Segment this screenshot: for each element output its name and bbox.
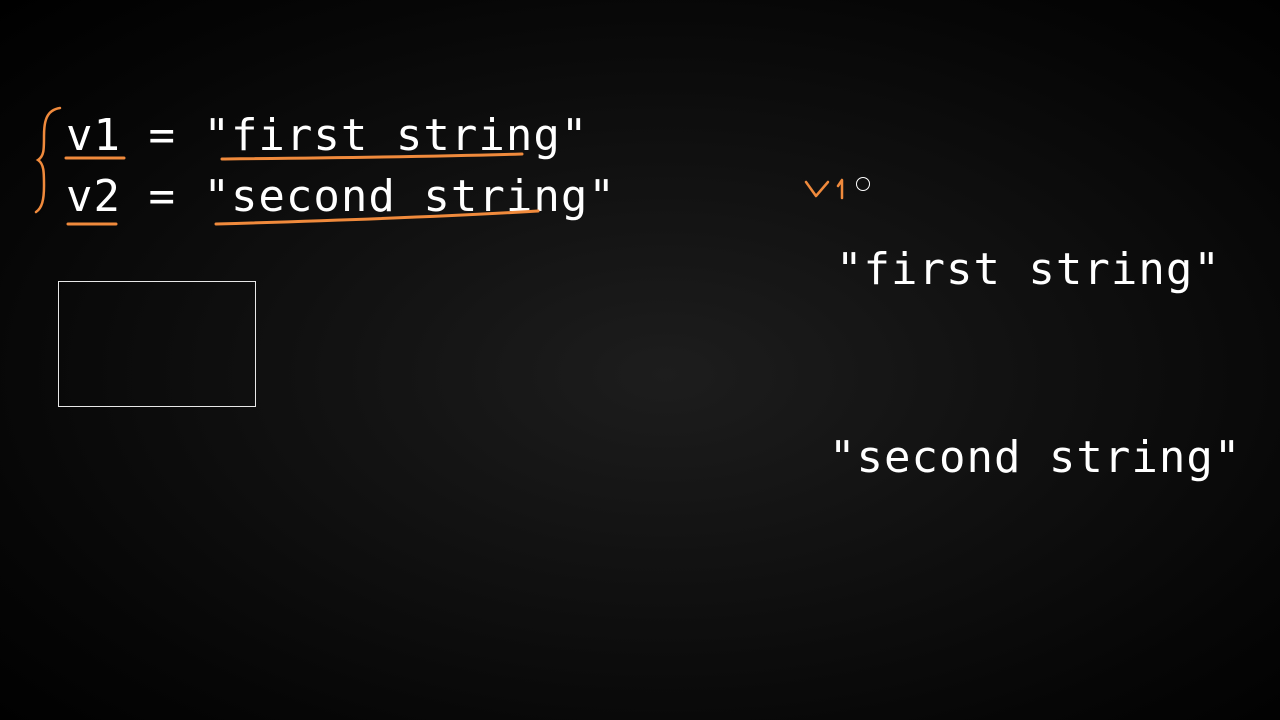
slide-canvas: v1 = "first string" v2 = "second string"… [0, 0, 1280, 720]
handwritten-v1-label [804, 178, 844, 200]
pen-cursor-icon [856, 177, 870, 191]
code-line-v2: v2 = "second string" [66, 171, 616, 222]
empty-box [58, 281, 256, 407]
memory-string-first: "first string" [836, 244, 1221, 295]
code-line-v1: v1 = "first string" [66, 110, 589, 161]
curly-brace-annotation [34, 106, 62, 214]
memory-string-second: "second string" [829, 432, 1242, 483]
